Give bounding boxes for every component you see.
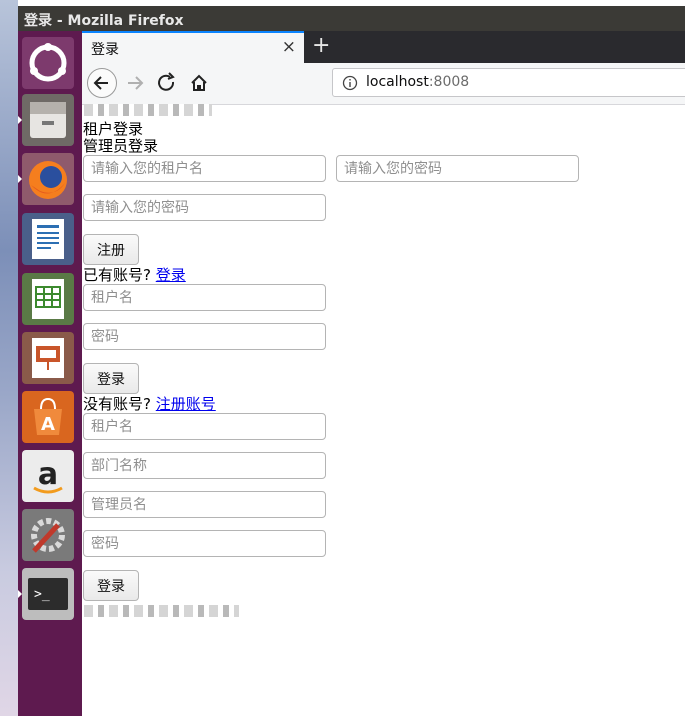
register-password-input[interactable]: [336, 155, 579, 182]
terminal-icon[interactable]: >_: [22, 568, 74, 620]
amazon-icon[interactable]: a: [22, 450, 74, 502]
no-account-prompt: 没有账号?: [83, 395, 151, 413]
running-indicator: [18, 116, 22, 124]
tab-close-icon[interactable]: ×: [282, 37, 296, 57]
register-confirm-password-input[interactable]: [83, 194, 326, 221]
back-arrow-icon: [93, 76, 108, 90]
desktop-background: [0, 0, 18, 716]
redacted-text: [84, 104, 212, 116]
url-text[interactable]: localhost:8008: [366, 74, 469, 90]
window-titlebar: 登录 - Mozilla Firefox: [18, 6, 685, 31]
window-title: 登录 - Mozilla Firefox: [24, 13, 184, 29]
system-settings-icon[interactable]: [22, 509, 74, 561]
back-button[interactable]: [87, 68, 117, 98]
register-tenant-name-input[interactable]: [83, 155, 326, 182]
admin-name-input[interactable]: [83, 491, 326, 518]
svg-text:a: a: [38, 457, 58, 492]
no-account-line: 没有账号? 注册账号: [83, 395, 216, 413]
login-password-input[interactable]: [83, 323, 326, 350]
svg-text:A: A: [41, 414, 55, 435]
ubuntu-dash-icon[interactable]: [22, 37, 74, 89]
software-center-icon[interactable]: A: [22, 391, 74, 443]
firefox-icon[interactable]: [22, 153, 74, 205]
new-tab-button[interactable]: +: [312, 33, 330, 58]
home-icon: [191, 74, 207, 91]
page-content: 租户登录 管理员登录 注册 已有账号? 登录 登录 没有账号? 注册账号 登录: [82, 104, 685, 716]
url-port: :8008: [428, 74, 470, 90]
launcher: A a >_: [18, 31, 82, 716]
has-account-prompt: 已有账号?: [83, 266, 151, 284]
tenant-login-toggle[interactable]: 租户登录: [83, 120, 143, 138]
svg-text:>_: >_: [34, 587, 50, 602]
navigation-toolbar: localhost:8008: [82, 63, 685, 105]
reload-button[interactable]: [152, 68, 182, 98]
url-bar[interactable]: localhost:8008: [332, 68, 685, 97]
register-button[interactable]: 注册: [83, 234, 139, 265]
register-link[interactable]: 注册账号: [156, 395, 216, 413]
tab-login[interactable]: 登录 ×: [82, 31, 304, 63]
tab-strip: 登录 × +: [82, 31, 685, 63]
reload-icon: [158, 72, 175, 91]
writer-icon[interactable]: [22, 213, 74, 265]
running-indicator: [18, 590, 22, 598]
login-link[interactable]: 登录: [156, 266, 186, 284]
tenant-login-button[interactable]: 登录: [83, 363, 139, 394]
url-host: localhost: [366, 74, 429, 90]
running-indicator: [18, 175, 22, 183]
forward-button[interactable]: [120, 68, 150, 98]
impress-icon[interactable]: [22, 332, 74, 384]
calc-icon[interactable]: [22, 273, 74, 325]
tab-title: 登录: [91, 42, 119, 58]
files-icon[interactable]: [22, 94, 74, 146]
redacted-text: [84, 605, 239, 617]
admin-tenant-name-input[interactable]: [83, 413, 326, 440]
admin-department-input[interactable]: [83, 452, 326, 479]
info-icon[interactable]: [342, 75, 358, 91]
has-account-line: 已有账号? 登录: [83, 266, 186, 284]
forward-arrow-icon: [128, 76, 144, 90]
admin-login-toggle[interactable]: 管理员登录: [83, 137, 158, 155]
home-button[interactable]: [184, 68, 214, 98]
login-tenant-name-input[interactable]: [83, 284, 326, 311]
admin-password-input[interactable]: [83, 530, 326, 557]
admin-login-button[interactable]: 登录: [83, 570, 139, 601]
